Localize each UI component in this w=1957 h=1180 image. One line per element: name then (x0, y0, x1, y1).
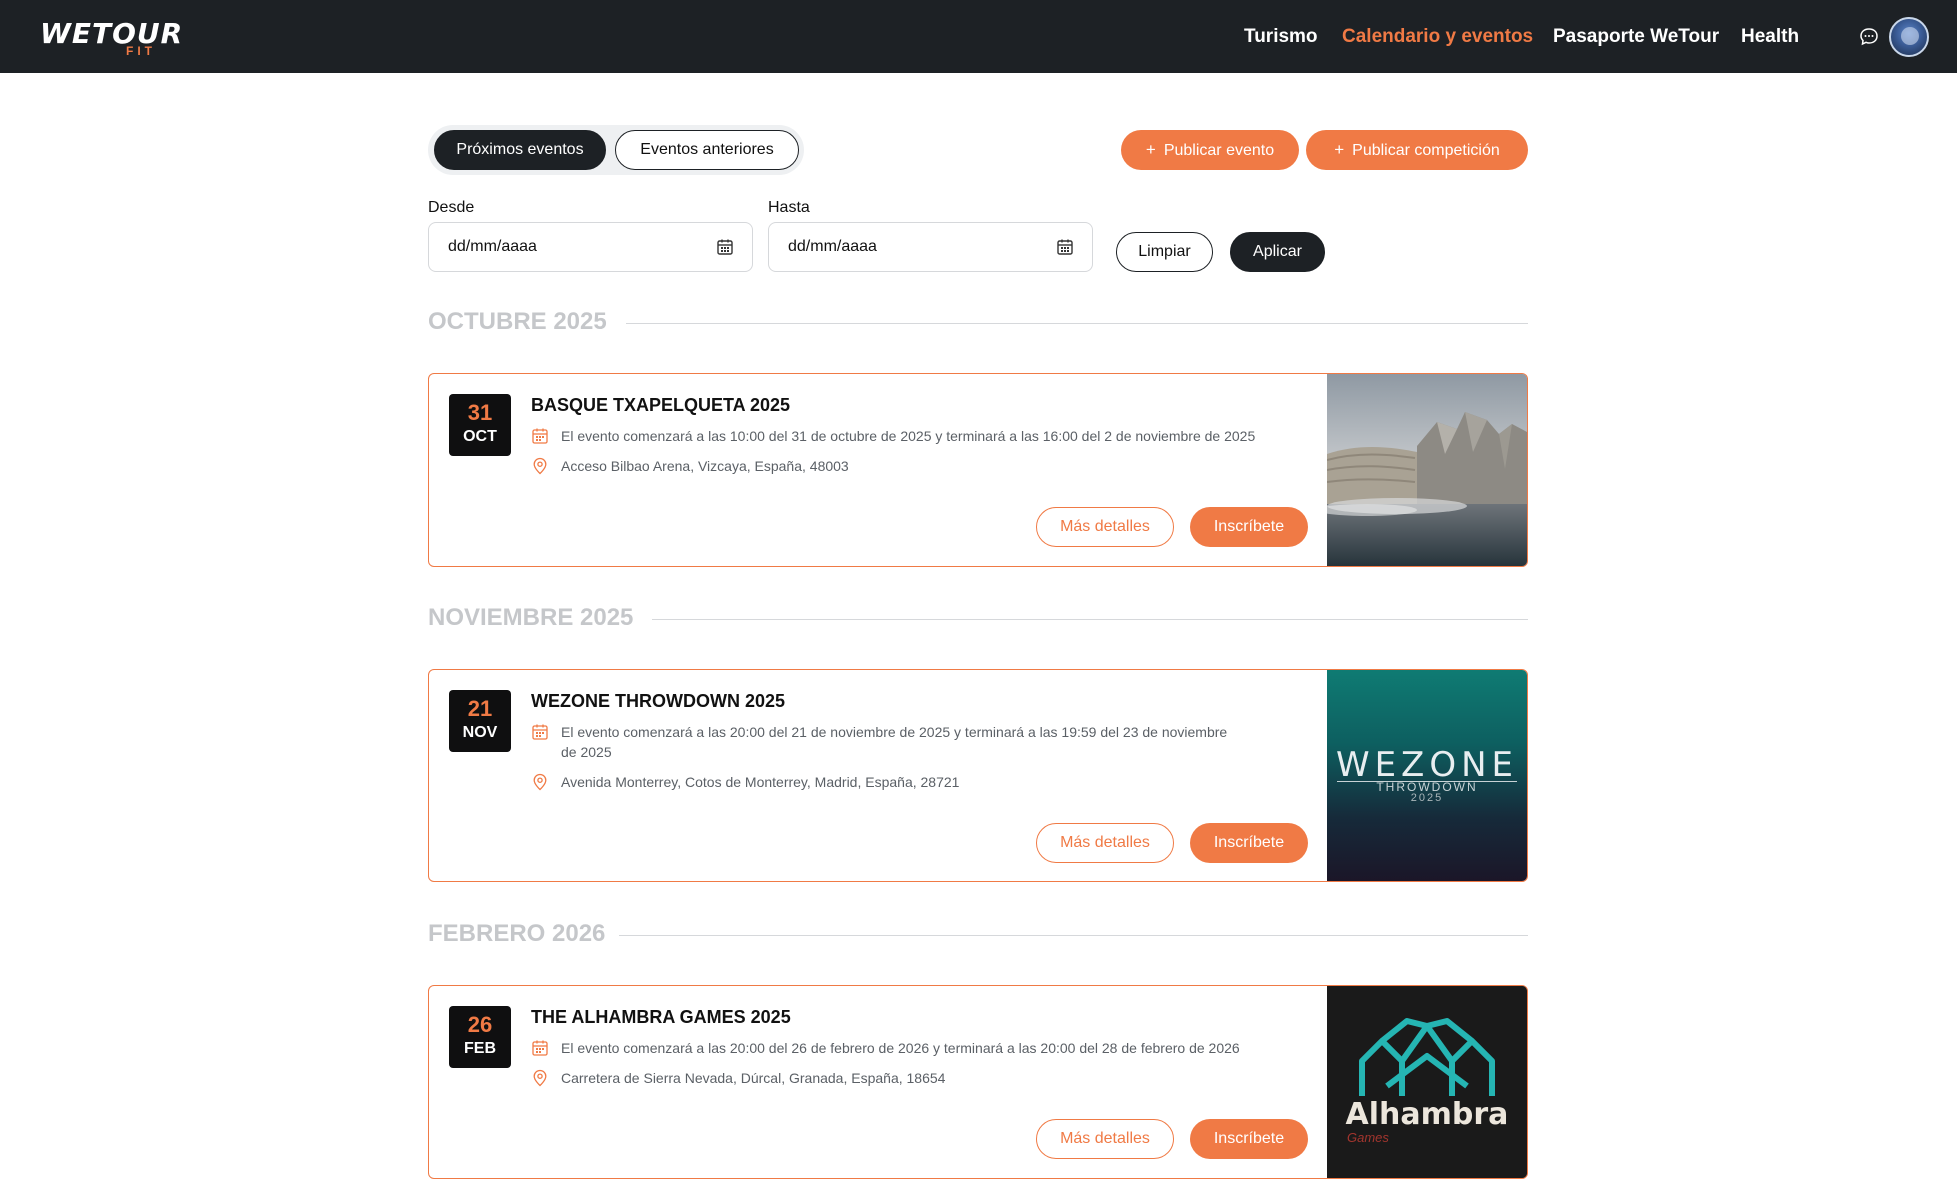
logo-subtitle: FIT (126, 44, 156, 58)
publish-competition-button[interactable]: + Publicar competición (1306, 130, 1528, 170)
calendar-icon (532, 1040, 548, 1056)
event-image-wezone[interactable]: WEZONE THROWDOWN 2025 (1327, 670, 1527, 881)
chat-icon[interactable] (1859, 27, 1879, 47)
logo-wordmark: WETOUR (40, 17, 184, 50)
location-pin-icon (533, 457, 547, 475)
games-logo-text: Games (1347, 1130, 1389, 1145)
event-card-alhambra-games: 26 FEB THE ALHAMBRA GAMES 2025 El evento… (428, 985, 1528, 1179)
wezone-year-text: 2025 (1410, 792, 1444, 804)
nav-pasaporte-wetour[interactable]: Pasaporte WeTour (1553, 26, 1719, 48)
nav-calendario-eventos[interactable]: Calendario y eventos (1342, 26, 1533, 48)
event-date-badge: 26 FEB (449, 1006, 511, 1068)
tab-past-events[interactable]: Eventos anteriores (615, 130, 799, 170)
month-heading-febrero: FEBRERO 2026 (428, 920, 606, 947)
event-image-bilbao[interactable] (1317, 374, 1527, 566)
plus-icon: + (1334, 140, 1345, 159)
month-divider (652, 619, 1528, 620)
signup-button[interactable]: Inscríbete (1190, 507, 1308, 547)
calendar-icon (532, 428, 548, 444)
event-month: FEB (464, 1040, 496, 1057)
publish-event-button[interactable]: + Publicar evento (1121, 130, 1299, 170)
month-heading-octubre: OCTUBRE 2025 (428, 308, 607, 335)
calendar-icon (532, 724, 548, 740)
to-date-placeholder: dd/mm/aaaa (788, 238, 877, 255)
signup-button[interactable]: Inscríbete (1190, 823, 1308, 863)
apply-filters-button[interactable]: Aplicar (1230, 232, 1325, 272)
to-date-label: Hasta (768, 199, 810, 216)
alhambra-logo-text: Alhambra (1345, 1097, 1509, 1132)
alhambra-logo-graphic (1327, 986, 1527, 1178)
event-schedule-text-line2: de 2025 (561, 744, 612, 760)
event-location-text: Carretera de Sierra Nevada, Dúrcal, Gran… (561, 1070, 946, 1086)
event-schedule-text-line1: El evento comenzará a las 20:00 del 21 d… (561, 724, 1228, 740)
event-day: 21 (467, 696, 493, 721)
event-location: Acceso Bilbao Arena, Vizcaya, España, 48… (531, 456, 1311, 478)
more-details-button[interactable]: Más detalles (1036, 507, 1174, 547)
from-date-input[interactable]: dd/mm/aaaa (428, 222, 753, 272)
event-date-badge: 21 NOV (449, 690, 511, 752)
event-schedule: El evento comenzará a las 20:00 del 21 d… (531, 722, 1321, 764)
to-date-input[interactable]: dd/mm/aaaa (768, 222, 1093, 272)
event-image-alhambra[interactable]: Alhambra Games (1327, 986, 1527, 1178)
event-month: NOV (462, 724, 498, 741)
from-date-placeholder: dd/mm/aaaa (448, 238, 537, 255)
event-location: Carretera de Sierra Nevada, Dúrcal, Gran… (531, 1068, 1311, 1090)
nav-turismo[interactable]: Turismo (1244, 26, 1318, 48)
month-divider (626, 323, 1528, 324)
event-schedule: El evento comenzará a las 20:00 del 26 d… (531, 1038, 1311, 1060)
events-tab-toggle: Próximos eventos Eventos anteriores (428, 125, 804, 175)
nav-health[interactable]: Health (1741, 26, 1799, 48)
event-card-wezone-throwdown: 21 NOV WEZONE THROWDOWN 2025 El evento c… (428, 669, 1528, 882)
event-location-text: Avenida Monterrey, Cotos de Monterrey, M… (561, 774, 960, 790)
event-location: Avenida Monterrey, Cotos de Monterrey, M… (531, 772, 1321, 794)
signup-button[interactable]: Inscríbete (1190, 1119, 1308, 1159)
top-navigation-bar: WETOUR FIT Turismo Calendario y eventos … (0, 0, 1957, 73)
publish-competition-label: Publicar competición (1352, 142, 1500, 159)
event-title: WEZONE THROWDOWN 2025 (531, 691, 786, 711)
event-card-basque-txapelqueta: 31 OCT BASQUE TXAPELQUETA 2025 El evento… (428, 373, 1528, 567)
event-location-text: Acceso Bilbao Arena, Vizcaya, España, 48… (561, 458, 849, 474)
publish-event-label: Publicar evento (1163, 142, 1275, 159)
event-month: OCT (463, 428, 497, 445)
from-date-label: Desde (428, 199, 475, 216)
event-schedule: El evento comenzará a las 10:00 del 31 d… (531, 426, 1311, 448)
location-pin-icon (533, 1069, 547, 1087)
calendar-icon[interactable] (716, 238, 734, 256)
more-details-button[interactable]: Más detalles (1036, 823, 1174, 863)
plus-icon: + (1145, 140, 1156, 159)
calendar-icon[interactable] (1056, 238, 1074, 256)
event-date-badge: 31 OCT (449, 394, 511, 456)
tab-upcoming-events[interactable]: Próximos eventos (434, 130, 606, 170)
event-day: 31 (467, 400, 493, 425)
wetour-fit-logo[interactable]: WETOUR FIT (40, 18, 182, 59)
event-title: THE ALHAMBRA GAMES 2025 (531, 1007, 791, 1027)
month-heading-noviembre: NOVIEMBRE 2025 (428, 604, 634, 631)
month-divider (619, 935, 1528, 936)
clear-filters-button[interactable]: Limpiar (1116, 232, 1213, 272)
event-schedule-text: El evento comenzará a las 10:00 del 31 d… (561, 428, 1256, 444)
wezone-logo-text: WEZONE (1335, 745, 1519, 785)
event-title: BASQUE TXAPELQUETA 2025 (531, 395, 791, 415)
event-day: 26 (467, 1012, 493, 1037)
location-pin-icon (533, 773, 547, 791)
more-details-button[interactable]: Más detalles (1036, 1119, 1174, 1159)
guggenheim-photo (1317, 374, 1527, 566)
event-schedule-text: El evento comenzará a las 20:00 del 26 d… (561, 1040, 1240, 1056)
user-avatar[interactable] (1889, 17, 1929, 57)
